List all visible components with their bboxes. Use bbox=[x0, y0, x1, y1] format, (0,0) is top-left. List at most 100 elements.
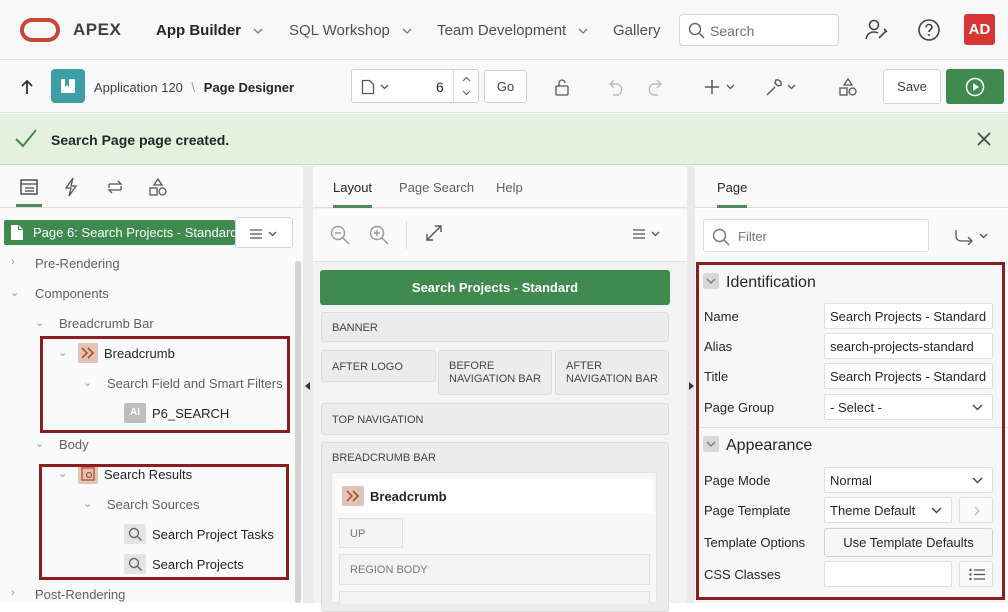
save-button[interactable]: Save bbox=[883, 69, 941, 104]
tab-layout[interactable]: Layout bbox=[333, 180, 373, 208]
apex-logo-icon[interactable] bbox=[20, 18, 60, 42]
breadcrumb-bar-label: BREADCRUMB BAR bbox=[332, 452, 436, 464]
tab-page[interactable]: Page bbox=[717, 180, 748, 208]
layout-menu-icon[interactable] bbox=[633, 229, 663, 239]
menu-sql-workshop[interactable]: SQL Workshop bbox=[289, 22, 412, 39]
success-alert: Search Page page created. bbox=[0, 114, 1008, 165]
collapse-left-icon[interactable] bbox=[305, 382, 311, 390]
go-to-group-icon[interactable] bbox=[954, 229, 990, 245]
breadcrumb-page-designer: Page Designer bbox=[203, 80, 295, 95]
page-root-node[interactable]: Page 6: Search Projects - Standard bbox=[4, 220, 238, 245]
chevron-down-icon[interactable] bbox=[462, 90, 471, 96]
tab-page-search[interactable]: Page Search bbox=[399, 180, 474, 195]
layout-toolbar bbox=[313, 209, 687, 262]
help-icon[interactable] bbox=[917, 18, 941, 42]
rendering-tab-icon[interactable] bbox=[20, 179, 38, 195]
search-icon bbox=[712, 228, 730, 246]
region-after-logo[interactable]: AFTER LOGO bbox=[321, 350, 436, 382]
zoom-out-icon[interactable] bbox=[330, 225, 350, 245]
highlight-properties-box bbox=[696, 262, 1005, 600]
tree-menu-button[interactable] bbox=[235, 217, 293, 248]
expand-pre-rendering-icon[interactable]: › bbox=[11, 256, 15, 268]
menu-team-development[interactable]: Team Development bbox=[437, 22, 588, 39]
region-banner[interactable]: BANNER bbox=[321, 312, 669, 342]
run-button[interactable] bbox=[946, 69, 1004, 104]
dynamic-actions-tab-icon[interactable] bbox=[64, 177, 78, 197]
toolbar-divider bbox=[406, 221, 407, 249]
play-icon bbox=[965, 77, 985, 97]
close-icon[interactable] bbox=[977, 132, 991, 146]
tree-components[interactable]: Components bbox=[35, 286, 109, 301]
slot-region-body[interactable]: REGION BODY bbox=[339, 554, 650, 585]
collapse-right-icon[interactable] bbox=[688, 382, 694, 390]
global-search-input[interactable]: Search bbox=[679, 14, 839, 46]
menu-app-builder[interactable]: App Builder bbox=[156, 22, 263, 39]
utilities-menu-button[interactable] bbox=[764, 76, 798, 98]
tree-breadcrumb-bar[interactable]: Breadcrumb Bar bbox=[59, 316, 154, 331]
zoom-in-icon[interactable] bbox=[369, 225, 389, 245]
left-scrollbar[interactable] bbox=[295, 261, 301, 603]
after-nav-line2: NAVIGATION BAR bbox=[566, 373, 658, 385]
breadcrumb-component[interactable]: Breadcrumb UP REGION BODY bbox=[331, 472, 657, 604]
redo-icon[interactable] bbox=[645, 78, 665, 96]
undo-icon[interactable] bbox=[606, 78, 626, 96]
menu-team-development-label: Team Development bbox=[437, 22, 567, 39]
property-editor-panel: Page Filter Identification Name Search P… bbox=[695, 166, 1008, 603]
filter-placeholder: Filter bbox=[738, 229, 767, 244]
filter-input[interactable]: Filter bbox=[703, 219, 929, 252]
left-splitter[interactable] bbox=[303, 166, 313, 603]
breadcrumb-component-header[interactable]: Breadcrumb bbox=[337, 479, 653, 513]
region-top-navigation[interactable]: TOP NAVIGATION bbox=[321, 403, 669, 435]
chevron-down-icon bbox=[402, 28, 412, 34]
highlight-breadcrumb-box bbox=[40, 336, 290, 433]
collapse-breadcrumb-bar-icon[interactable]: ⌄ bbox=[35, 316, 44, 329]
menu-app-builder-label: App Builder bbox=[156, 22, 241, 39]
expand-icon[interactable] bbox=[426, 225, 442, 241]
user-avatar[interactable]: AD bbox=[964, 14, 995, 45]
arrow-up-icon[interactable] bbox=[20, 79, 34, 95]
breadcrumb-application[interactable]: Application 120 bbox=[94, 80, 183, 95]
menu-sql-workshop-label: SQL Workshop bbox=[289, 22, 390, 39]
search-icon bbox=[688, 22, 705, 39]
create-menu-button[interactable] bbox=[705, 77, 737, 97]
slot-up[interactable]: UP bbox=[339, 518, 403, 548]
shared-components-icon[interactable] bbox=[838, 77, 858, 97]
tree-post-rendering[interactable]: Post-Rendering bbox=[35, 587, 125, 602]
page-number-input[interactable]: 6 bbox=[436, 79, 444, 95]
slot-partial bbox=[339, 591, 650, 604]
tree-pre-rendering[interactable]: Pre-Rendering bbox=[35, 256, 120, 271]
tree-body[interactable]: Body bbox=[59, 437, 89, 452]
go-button[interactable]: Go bbox=[484, 70, 527, 103]
processing-tab-icon[interactable] bbox=[105, 178, 125, 196]
collapse-components-icon[interactable]: ⌄ bbox=[10, 286, 19, 299]
after-nav-line1: AFTER bbox=[566, 360, 603, 372]
page-banner[interactable]: Search Projects - Standard bbox=[320, 270, 670, 305]
wrench-icon bbox=[766, 79, 796, 96]
rendering-tree-panel: Page 6: Search Projects - Standard › Pre… bbox=[0, 166, 303, 603]
collapse-body-icon[interactable]: ⌄ bbox=[35, 437, 44, 450]
tab-help[interactable]: Help bbox=[496, 180, 523, 195]
page-number-stepper[interactable] bbox=[453, 70, 479, 102]
shared-components-tab-icon[interactable] bbox=[148, 177, 168, 197]
chevron-down-icon bbox=[253, 28, 263, 34]
page-icon bbox=[11, 225, 23, 240]
menu-gallery[interactable]: Gallery bbox=[613, 22, 661, 39]
right-splitter[interactable] bbox=[687, 166, 695, 603]
check-icon bbox=[15, 129, 37, 148]
page-selector[interactable]: 6 bbox=[351, 69, 479, 103]
breadcrumb-component-title: Breadcrumb bbox=[370, 489, 447, 504]
page-designer-toolbar: Application 120 \ Page Designer 6 Go Sav… bbox=[0, 61, 1008, 113]
administration-icon[interactable] bbox=[864, 17, 890, 43]
application-icon[interactable] bbox=[51, 69, 85, 103]
alert-message: Search Page page created. bbox=[51, 132, 230, 148]
region-after-navigation-bar[interactable]: AFTER NAVIGATION BAR bbox=[555, 350, 669, 395]
region-before-navigation-bar[interactable]: BEFORE NAVIGATION BAR bbox=[438, 350, 552, 395]
breadcrumb-region-icon bbox=[342, 486, 364, 506]
chevrons-right-icon bbox=[346, 490, 360, 502]
expand-post-rendering-icon[interactable]: › bbox=[11, 587, 15, 599]
lock-icon[interactable] bbox=[553, 78, 571, 96]
before-nav-line2: NAVIGATION BAR bbox=[449, 373, 541, 385]
app-book-icon bbox=[61, 79, 75, 93]
chevron-down-icon bbox=[578, 28, 588, 34]
chevron-up-icon[interactable] bbox=[462, 76, 471, 82]
